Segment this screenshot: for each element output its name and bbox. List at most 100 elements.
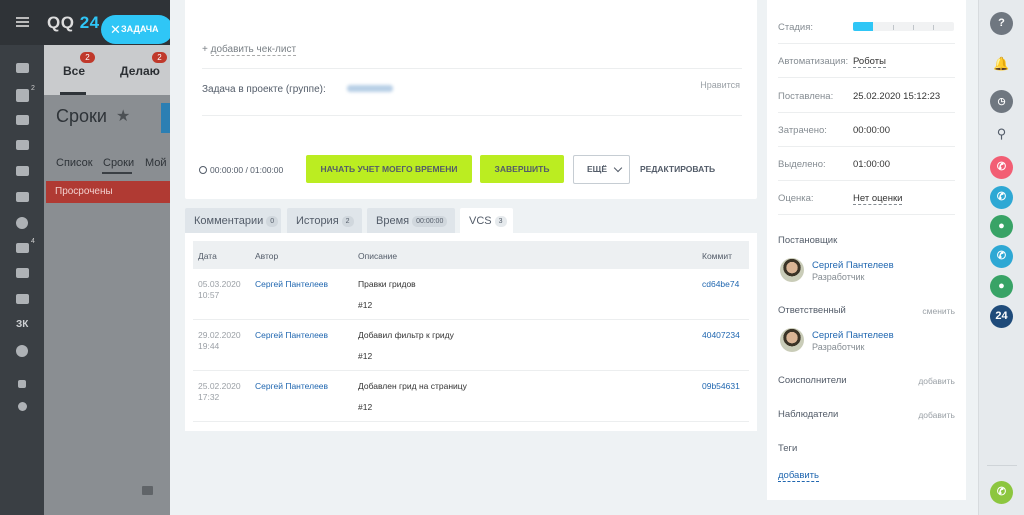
commit-date: 05.03.2020 10:57 — [198, 279, 241, 300]
spent-value: 00:00:00 — [853, 125, 890, 136]
subtab-list[interactable]: Список — [56, 157, 93, 169]
automation-value[interactable]: Роботы — [853, 56, 886, 68]
structure-icon[interactable] — [18, 380, 26, 388]
responsible-person[interactable]: Сергей Пантелеев Разработчик — [778, 328, 955, 358]
tab-vcs[interactable]: VCS 3 — [460, 208, 513, 234]
call-icon[interactable]: ✆ — [990, 481, 1013, 504]
divider — [202, 68, 742, 69]
commit-description: Правки гридов — [358, 279, 416, 289]
table-header: Дата Автор Описание Коммит — [193, 241, 749, 269]
close-icon: ✕ — [110, 22, 121, 37]
tasks-badge: 2 — [31, 85, 35, 92]
chevron-down-icon[interactable] — [16, 345, 28, 357]
groups-icon[interactable] — [16, 140, 29, 150]
created-value: 25.02.2020 15:12:23 — [853, 91, 941, 102]
subtab-my[interactable]: Мой — [145, 157, 167, 169]
bell-icon[interactable]: 🔔 — [990, 52, 1013, 75]
commit-author[interactable]: Сергей Пантелеев — [255, 381, 328, 391]
stage-progress[interactable] — [853, 22, 954, 31]
project-link-blurred[interactable] — [347, 85, 393, 92]
printer-icon[interactable] — [142, 486, 153, 495]
tab-all[interactable]: Все — [63, 64, 85, 78]
edit-button[interactable]: РЕДАКТИРОВАТЬ — [640, 164, 715, 174]
commit-author[interactable]: Сергей Пантелеев — [255, 330, 328, 340]
task-main-card: + добавить чек-лист Задача в проекте (гр… — [185, 0, 757, 199]
tab-underline — [60, 92, 86, 95]
mail-icon[interactable] — [16, 294, 29, 304]
menu-icon[interactable] — [16, 17, 29, 27]
commit-description: Добавил фильтр к гриду — [358, 330, 454, 340]
time-counter: 00:00:00 / 01:00:00 — [199, 165, 283, 175]
avatar — [780, 328, 804, 352]
allotted-label: Выделено: — [778, 159, 826, 170]
clock-icon[interactable] — [16, 217, 28, 229]
calendar-icon[interactable] — [16, 192, 29, 202]
divider — [987, 465, 1017, 466]
start-time-tracking-button[interactable]: НАЧАТЬ УЧЕТ МОЕГО ВРЕМЕНИ — [306, 155, 472, 183]
change-responsible-link[interactable]: сменить — [922, 306, 955, 316]
tab-comments[interactable]: Комментарии 0 — [185, 208, 281, 234]
feed-icon[interactable] — [16, 63, 29, 73]
add-button[interactable] — [161, 103, 170, 133]
gear-icon[interactable] — [18, 402, 27, 411]
star-icon[interactable]: ★ — [116, 106, 130, 126]
timeline-icon[interactable]: ◷ — [990, 90, 1013, 113]
drive-icon[interactable] — [16, 166, 29, 176]
commit-description: Добавлен грид на страницу — [358, 381, 467, 391]
like-link[interactable]: Нравится — [700, 80, 740, 90]
commit-tag: #12 — [358, 300, 373, 310]
commit-author[interactable]: Сергей Пантелеев — [255, 279, 328, 289]
page-title: Сроки — [56, 106, 107, 126]
commit-hash[interactable]: cd64be74 — [702, 279, 739, 289]
responsible-name[interactable]: Сергей Пантелеев — [812, 330, 894, 341]
add-observer-link[interactable]: добавить — [918, 410, 955, 420]
rating-value[interactable]: Нет оценки — [853, 193, 903, 205]
new-task-button[interactable]: ✕ ЗАДАЧА — [101, 15, 173, 44]
user-icon[interactable]: ● — [990, 275, 1013, 298]
help-icon[interactable]: ? — [990, 12, 1013, 35]
creator-label: Постановщик — [778, 235, 838, 246]
more-button[interactable]: ЕЩЁ — [573, 155, 630, 184]
tasks-icon[interactable] — [16, 89, 29, 102]
tags-label: Теги — [778, 443, 798, 454]
add-coexecutor-link[interactable]: добавить — [918, 376, 955, 386]
finish-button[interactable]: ЗАВЕРШИТЬ — [480, 155, 564, 183]
commit-tag: #12 — [358, 351, 373, 361]
list-tabs: Все 2 Делаю 2 — [44, 45, 170, 95]
tab-doing[interactable]: Делаю — [120, 64, 160, 78]
stage-separator — [933, 25, 934, 30]
commit-hash[interactable]: 09b54631 — [702, 381, 740, 391]
task-slider-panel: + добавить чек-лист Задача в проекте (гр… — [170, 0, 978, 515]
creator-role: Разработчик — [812, 272, 865, 282]
add-checklist-link[interactable]: + добавить чек-лист — [202, 44, 297, 56]
task-info-sidebar: Стадия: Автоматизация: Роботы Поставлена… — [767, 0, 966, 500]
chat-icon[interactable] — [16, 115, 29, 125]
created-row: Поставлена: 25.02.2020 15:12:23 — [778, 79, 955, 113]
logo[interactable]: QQ 24 — [47, 13, 100, 33]
bitrix24-icon[interactable]: 24 — [990, 305, 1013, 328]
phone-icon[interactable]: ✆ — [990, 186, 1013, 209]
creator-name[interactable]: Сергей Пантелеев — [812, 260, 894, 271]
filter-icon[interactable] — [16, 243, 29, 253]
right-rail: ? 🔔 ◷ ⚲ ✆ ✆ ● ✆ ● 24 ✆ — [978, 0, 1024, 515]
add-tag-link[interactable]: добавить — [778, 470, 819, 482]
nav-3k[interactable]: ЗК — [16, 319, 28, 330]
user-icon[interactable]: ● — [990, 215, 1013, 238]
spent-label: Затрачено: — [778, 125, 827, 136]
tab-time[interactable]: Время 00:00:00 — [367, 208, 455, 234]
commit-date: 29.02.2020 19:44 — [198, 330, 241, 351]
phone-icon[interactable]: ✆ — [990, 245, 1013, 268]
stage-separator — [893, 25, 894, 30]
search-icon[interactable]: ⚲ — [990, 122, 1013, 145]
creator-person[interactable]: Сергей Пантелеев Разработчик — [778, 258, 955, 288]
overdue-column[interactable]: Просрочены — [46, 181, 170, 203]
divider — [202, 115, 742, 116]
tab-history[interactable]: История 2 — [287, 208, 362, 234]
allotted-value: 01:00:00 — [853, 159, 890, 170]
commit-hash[interactable]: 40407234 — [702, 330, 740, 340]
subtab-deadlines[interactable]: Сроки — [103, 157, 134, 169]
tab-all-badge: 2 — [80, 52, 95, 63]
commit-tag: #12 — [358, 402, 373, 412]
window-icon[interactable] — [16, 268, 29, 278]
phone-icon[interactable]: ✆ — [990, 156, 1013, 179]
